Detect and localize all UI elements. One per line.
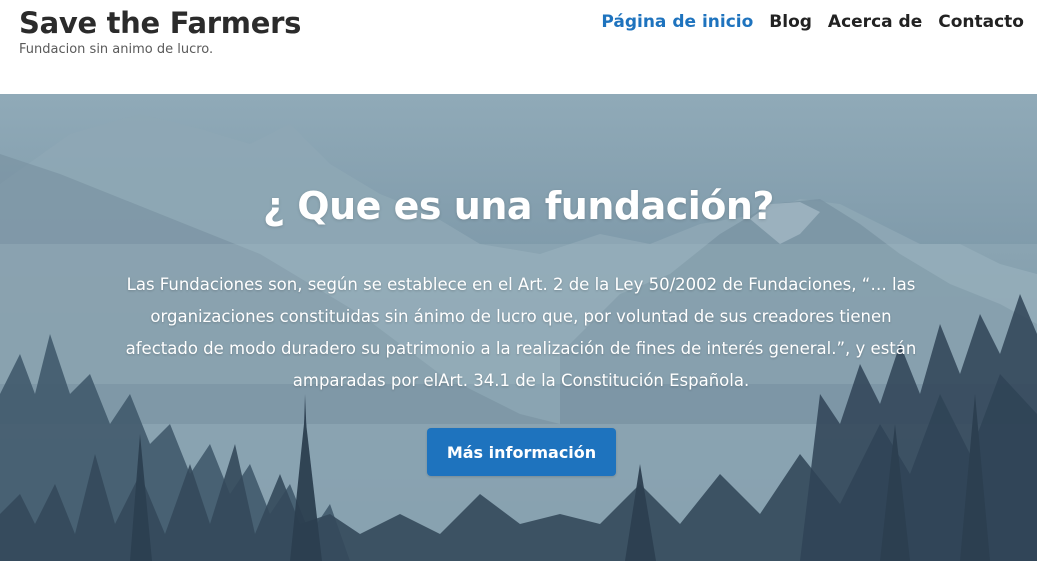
site-title[interactable]: Save the Farmers: [19, 4, 301, 42]
page: Save the Farmers Fundacion sin animo de …: [0, 0, 1037, 561]
site-header: Save the Farmers Fundacion sin animo de …: [0, 0, 1037, 94]
nav-item-about[interactable]: Acerca de: [828, 11, 922, 33]
hero-section: ¿ Que es una fundación? Las Fundaciones …: [0, 94, 1037, 561]
nav-item-blog[interactable]: Blog: [769, 11, 812, 33]
hero-title: ¿ Que es una fundación?: [263, 184, 774, 228]
more-info-button[interactable]: Más información: [427, 428, 616, 476]
main-nav: Página de inicio Blog Acerca de Contacto: [601, 11, 1024, 33]
hero-description: Las Fundaciones son, según se establece …: [125, 275, 917, 390]
hero-content: ¿ Que es una fundación? Las Fundaciones …: [0, 94, 1037, 561]
nav-item-home[interactable]: Página de inicio: [601, 11, 753, 33]
site-tagline: Fundacion sin animo de lucro.: [19, 42, 214, 57]
nav-item-contact[interactable]: Contacto: [938, 11, 1024, 33]
